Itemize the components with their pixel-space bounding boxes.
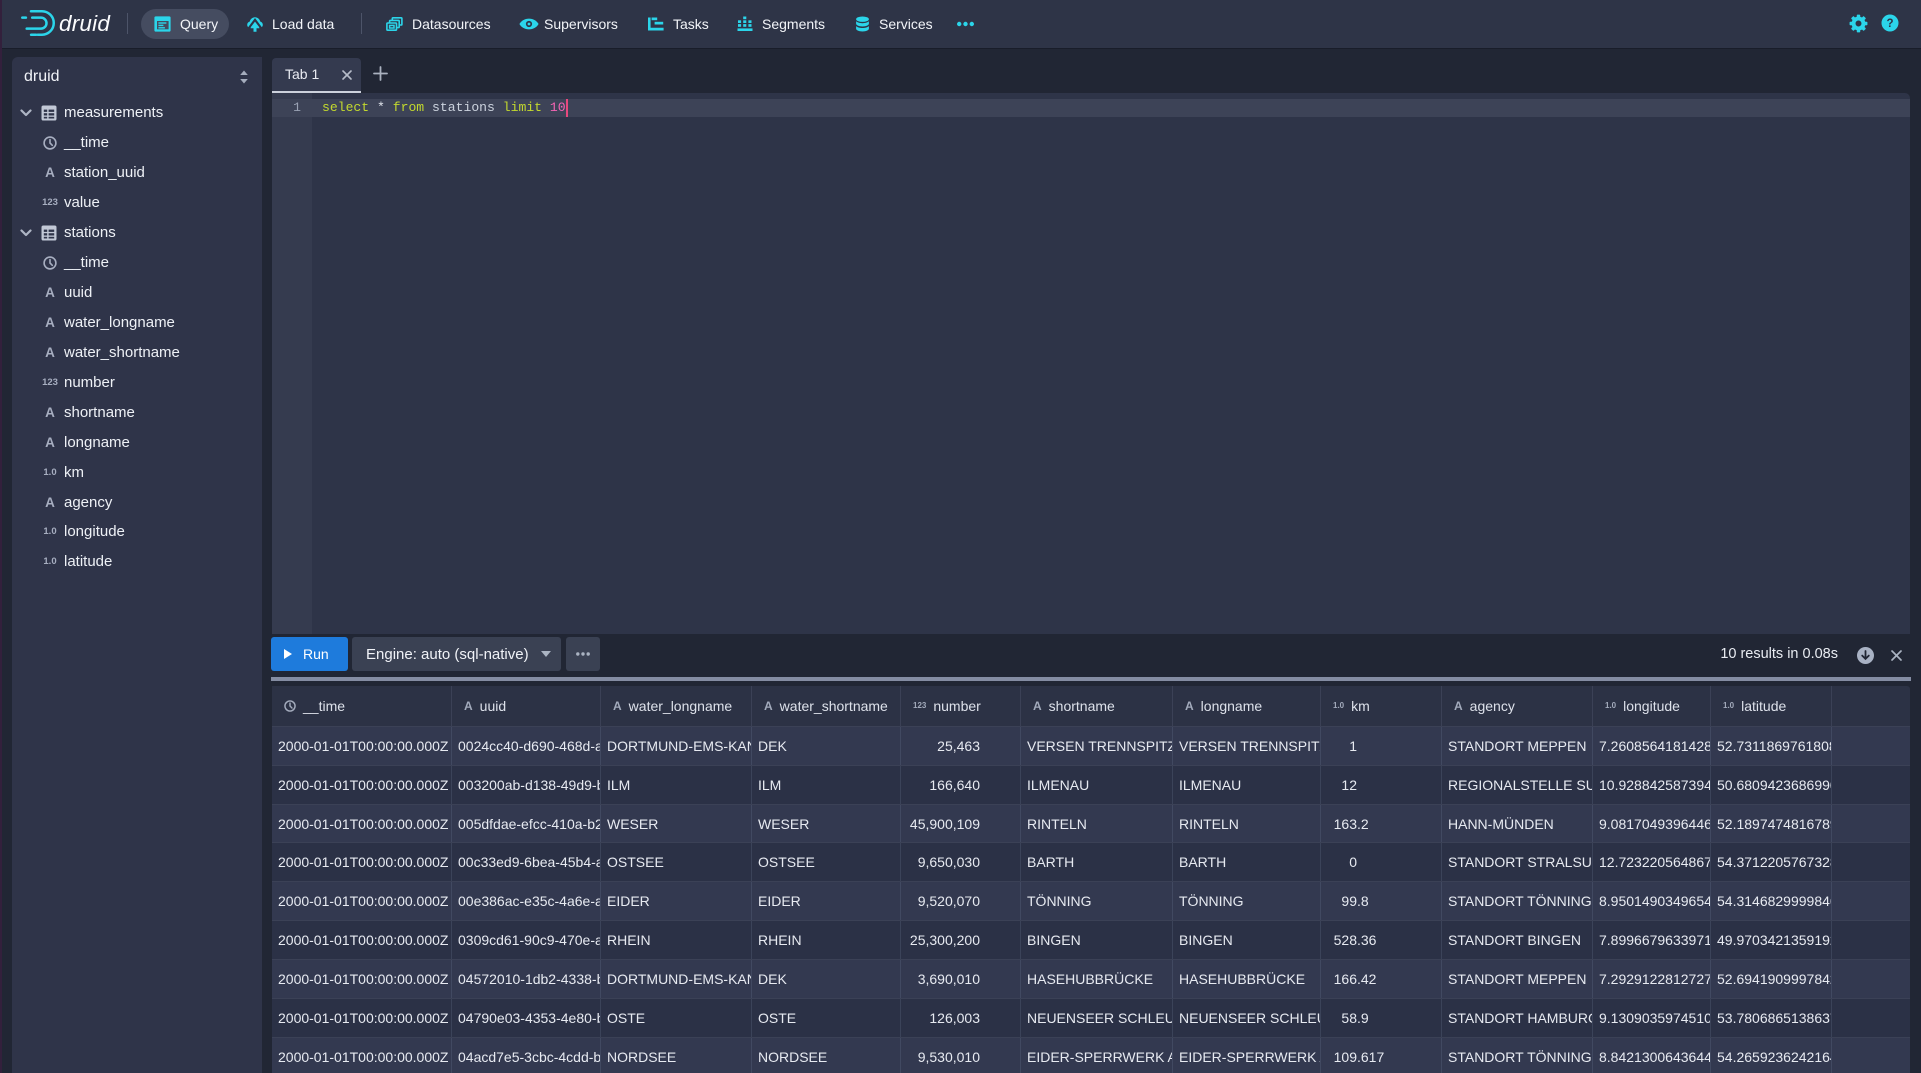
- svg-text:?: ?: [1886, 18, 1893, 30]
